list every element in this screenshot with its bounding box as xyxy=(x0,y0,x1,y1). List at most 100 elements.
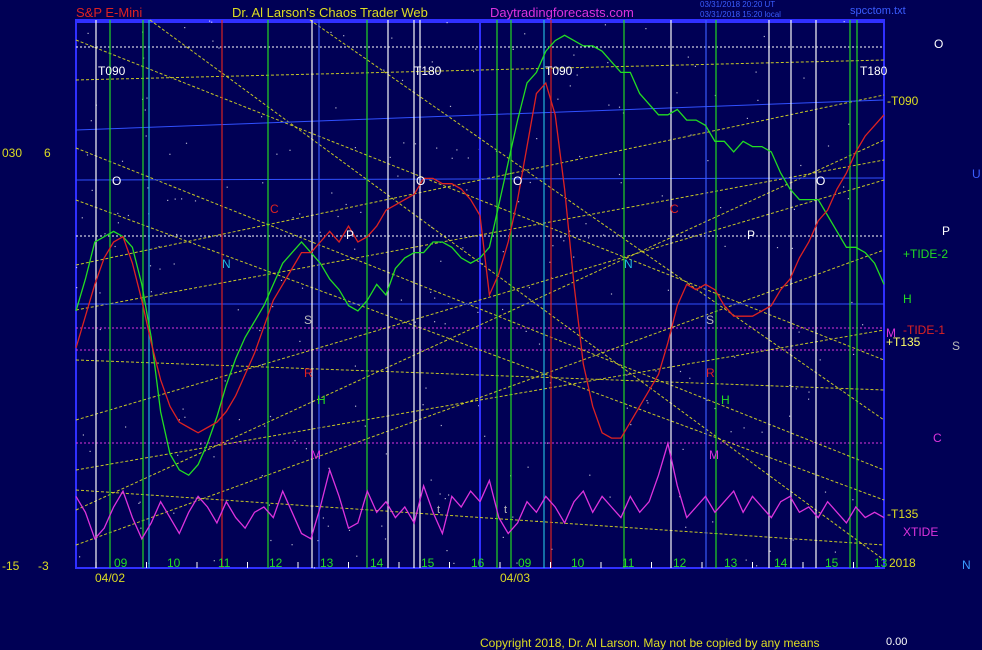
star-dot xyxy=(76,287,78,289)
star-dot xyxy=(169,153,171,155)
copyright-text: Copyright 2018, Dr. Al Larson. May not b… xyxy=(480,636,820,650)
star-dot xyxy=(552,245,554,247)
star-dot xyxy=(524,33,526,35)
star-dot xyxy=(431,61,433,63)
star-dot xyxy=(763,35,765,38)
star-dot xyxy=(444,323,446,325)
star-dot xyxy=(237,309,239,311)
data-file-name: spcctom.txt xyxy=(850,5,906,17)
star-dot xyxy=(330,31,332,33)
star-dot xyxy=(793,208,795,210)
star-dot xyxy=(618,106,621,108)
star-dot xyxy=(769,550,771,552)
chart-letter-s-2: S xyxy=(706,313,715,327)
star-dot xyxy=(117,222,119,224)
star-dot xyxy=(280,279,283,281)
star-dot xyxy=(618,173,621,176)
star-dot xyxy=(82,434,84,436)
star-dot xyxy=(147,187,149,189)
star-dot xyxy=(536,138,538,140)
star-dot xyxy=(383,69,385,71)
star-dot xyxy=(576,74,578,76)
series-xtide-day2 xyxy=(479,440,885,535)
chart-letter-t-1: t xyxy=(437,504,441,516)
star-dot xyxy=(213,560,215,562)
top-marker-t180-b: T180 xyxy=(860,64,888,78)
planet-label-c: C xyxy=(933,431,942,445)
star-dot xyxy=(667,289,669,291)
star-dot xyxy=(689,377,691,379)
star-dot xyxy=(319,231,321,233)
star-dot xyxy=(99,292,101,294)
star-dot xyxy=(121,160,124,162)
chart-letter-c-2: C xyxy=(670,202,679,216)
chart-letter-n-2: N xyxy=(624,257,633,271)
star-dot xyxy=(403,142,405,144)
star-dot xyxy=(397,175,399,177)
star-dot xyxy=(791,247,793,249)
site-title: Dr. Al Larson's Chaos Trader Web xyxy=(232,5,428,20)
hour-label-d1-12: 12 xyxy=(269,556,283,570)
star-dot xyxy=(843,186,845,188)
star-dot xyxy=(276,153,278,155)
star-dot xyxy=(209,20,211,22)
star-dot xyxy=(792,539,794,541)
star-dot xyxy=(185,142,188,144)
hour-label-d1-09: 09 xyxy=(114,556,128,570)
star-dot xyxy=(448,494,450,496)
label-minus-t135: -T135 xyxy=(887,507,919,521)
star-dot xyxy=(354,365,356,367)
star-dot xyxy=(847,198,849,200)
planet-label-u: U xyxy=(972,167,981,181)
star-dot xyxy=(176,233,178,236)
star-dot xyxy=(528,287,530,289)
star-dot xyxy=(451,157,453,159)
planet-label-s: S xyxy=(952,339,961,353)
star-dot xyxy=(585,223,587,225)
date-label-1: 04/02 xyxy=(95,571,126,585)
star-dot xyxy=(425,387,427,389)
hour-label-d1-16: 16 xyxy=(471,556,485,570)
star-dot xyxy=(125,426,127,428)
star-dot xyxy=(174,198,176,200)
planet-label-n: N xyxy=(962,558,971,572)
star-dot xyxy=(848,123,850,125)
chart-letter-p-1: P xyxy=(346,228,355,242)
top-marker-t090-b: T090 xyxy=(545,64,573,78)
star-dot xyxy=(211,21,213,23)
star-dot xyxy=(477,311,479,313)
planet-label-p: P xyxy=(942,224,951,238)
star-dot xyxy=(755,71,757,73)
hour-label-d1-14: 14 xyxy=(370,556,384,570)
site-url[interactable]: Daytradingforecasts.com xyxy=(490,5,634,20)
star-dot xyxy=(238,419,240,421)
chart-svg xyxy=(75,19,885,569)
hour-label-d1-13: 13 xyxy=(320,556,334,570)
star-dot xyxy=(178,419,180,421)
star-dot xyxy=(292,217,294,219)
instrument-title: S&P E-Mini xyxy=(76,5,143,20)
star-dot xyxy=(730,431,732,433)
hour-label-d2-13: 13 xyxy=(724,556,738,570)
star-dot xyxy=(430,479,432,481)
star-dot xyxy=(391,37,393,39)
star-dot xyxy=(145,135,147,137)
star-dot xyxy=(291,544,293,546)
star-dot xyxy=(181,198,183,200)
label-minus-t090: -T090 xyxy=(887,94,919,108)
star-dot xyxy=(834,551,836,553)
star-dot xyxy=(473,71,475,73)
star-dot xyxy=(529,181,531,184)
star-dot xyxy=(546,442,549,444)
star-dot xyxy=(453,562,455,564)
star-dot xyxy=(800,164,802,167)
star-dot xyxy=(808,391,810,393)
star-dot xyxy=(422,404,424,406)
star-dot xyxy=(146,97,148,99)
star-dot xyxy=(343,35,345,37)
star-dot xyxy=(808,398,810,400)
hour-label-d2-10: 10 xyxy=(571,556,585,570)
star-dot xyxy=(467,157,469,159)
star-dot xyxy=(322,517,324,519)
star-dot xyxy=(354,248,356,250)
